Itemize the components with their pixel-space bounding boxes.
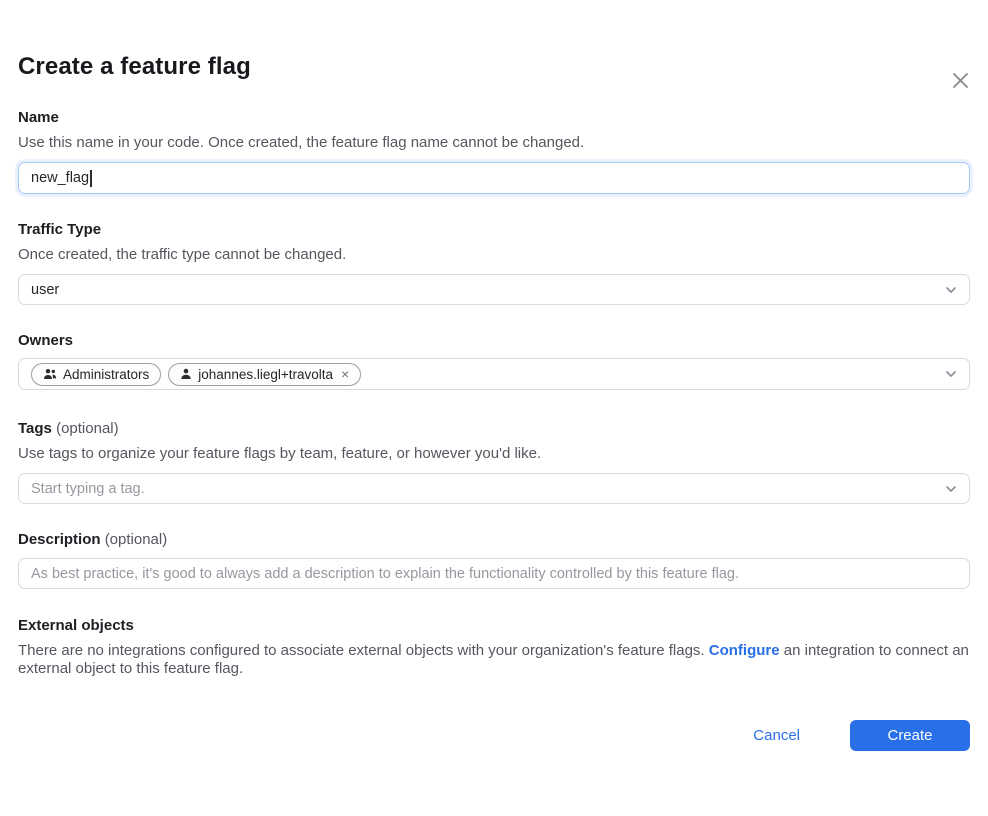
description-optional-hint: (optional) <box>105 531 168 548</box>
page-title: Create a feature flag <box>18 53 970 81</box>
traffic-type-description: Once created, the traffic type cannot be… <box>18 245 970 265</box>
external-objects-label: External objects <box>18 616 970 636</box>
cancel-button[interactable]: Cancel <box>753 727 800 744</box>
traffic-type-select[interactable]: user <box>18 274 970 305</box>
name-input[interactable]: new_flag <box>18 162 970 194</box>
tags-input[interactable]: Start typing a tag. <box>18 473 970 504</box>
owner-chip-administrators[interactable]: Administrators <box>31 363 161 386</box>
tags-field-group: Tags (optional) Use tags to organize you… <box>18 419 970 504</box>
tags-placeholder: Start typing a tag. <box>31 481 145 497</box>
owners-chip-list: Administrators johannes.liegl+travolta × <box>31 363 361 386</box>
external-objects-group: External objects There are no integratio… <box>18 616 970 678</box>
name-label: Name <box>18 108 970 128</box>
owner-chip-label: johannes.liegl+travolta <box>198 367 333 382</box>
remove-chip-icon[interactable]: × <box>341 367 349 381</box>
text-caret <box>90 170 92 187</box>
description-label: Description (optional) <box>18 530 970 550</box>
close-icon <box>950 70 971 94</box>
traffic-type-field-group: Traffic Type Once created, the traffic t… <box>18 220 970 305</box>
name-input-value: new_flag <box>31 170 89 186</box>
owners-field-group: Owners Administrators <box>18 331 970 390</box>
chevron-down-icon <box>944 482 958 496</box>
tags-label: Tags (optional) <box>18 419 970 439</box>
traffic-type-value: user <box>31 282 59 298</box>
name-field-group: Name Use this name in your code. Once cr… <box>18 108 970 194</box>
chevron-down-icon <box>944 367 958 381</box>
description-placeholder: As best practice, it's good to always ad… <box>31 566 739 582</box>
external-objects-text: There are no integrations configured to … <box>18 642 970 678</box>
owners-select[interactable]: Administrators johannes.liegl+travolta × <box>18 358 970 390</box>
modal-footer: Cancel Create <box>18 720 970 751</box>
chevron-down-icon <box>944 283 958 297</box>
person-icon <box>180 368 192 380</box>
create-button[interactable]: Create <box>850 720 970 751</box>
configure-link[interactable]: Configure <box>709 642 780 659</box>
description-input[interactable]: As best practice, it's good to always ad… <box>18 558 970 589</box>
close-button[interactable] <box>948 70 972 94</box>
create-feature-flag-modal: Create a feature flag Name Use this name… <box>0 53 988 751</box>
traffic-type-label: Traffic Type <box>18 220 970 240</box>
group-icon <box>43 368 57 380</box>
tags-description: Use tags to organize your feature flags … <box>18 444 970 464</box>
owner-chip-label: Administrators <box>63 367 149 382</box>
owners-label: Owners <box>18 331 970 351</box>
tags-optional-hint: (optional) <box>56 420 119 437</box>
external-objects-text-before: There are no integrations configured to … <box>18 642 709 659</box>
name-description: Use this name in your code. Once created… <box>18 133 970 153</box>
description-field-group: Description (optional) As best practice,… <box>18 530 970 589</box>
owner-chip-user[interactable]: johannes.liegl+travolta × <box>168 363 361 386</box>
